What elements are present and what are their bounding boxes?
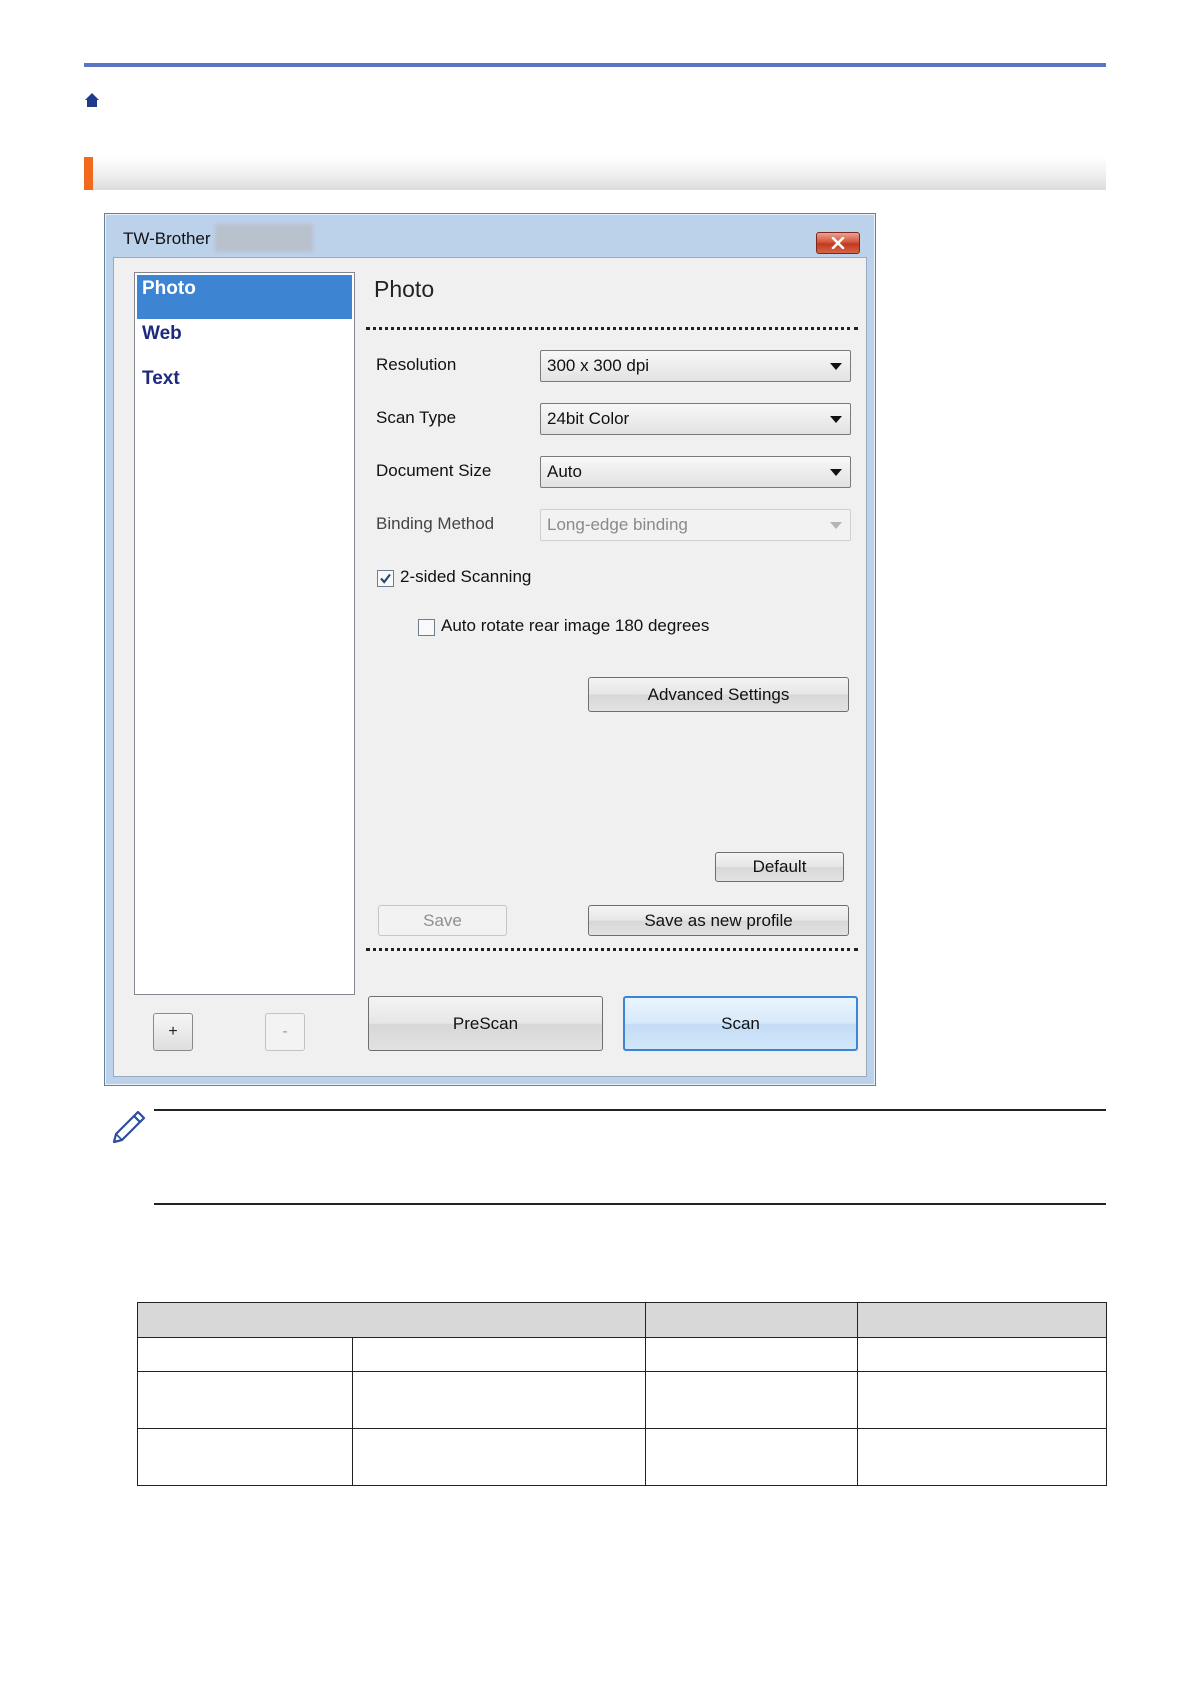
note-rule-top — [154, 1109, 1106, 1111]
table-cell — [644, 1428, 859, 1486]
table-cell — [351, 1337, 646, 1372]
chevron-down-icon — [830, 469, 842, 476]
section-heading-bar — [84, 157, 1106, 190]
default-button[interactable]: Default — [715, 852, 844, 882]
save-as-new-profile-button[interactable]: Save as new profile — [588, 905, 849, 936]
advanced-settings-button[interactable]: Advanced Settings — [588, 677, 849, 712]
divider-top — [366, 327, 858, 330]
table-header-cell — [137, 1302, 646, 1338]
section-accent — [84, 157, 93, 190]
table-cell — [137, 1428, 353, 1486]
table-cell — [137, 1371, 353, 1429]
table-cell — [857, 1371, 1107, 1429]
two-sided-checkbox[interactable] — [377, 570, 394, 587]
scan-type-value: 24bit Color — [547, 409, 630, 428]
chevron-down-icon — [830, 416, 842, 423]
profile-item-photo[interactable]: Photo — [137, 275, 352, 319]
home-icon[interactable] — [84, 92, 100, 108]
scan-type-select[interactable]: 24bit Color — [540, 403, 851, 435]
auto-rotate-label[interactable]: Auto rotate rear image 180 degrees — [441, 616, 709, 636]
document-size-value: Auto — [547, 462, 582, 481]
binding-method-value: Long-edge binding — [547, 515, 688, 534]
binding-method-label: Binding Method — [376, 514, 495, 533]
table-header-cell — [857, 1302, 1107, 1338]
table-cell — [857, 1337, 1107, 1372]
document-size-select[interactable]: Auto — [540, 456, 851, 488]
chevron-down-icon — [830, 363, 842, 370]
settings-table — [137, 1302, 1107, 1486]
chevron-down-icon — [830, 522, 842, 529]
table-cell — [857, 1428, 1107, 1486]
table-cell — [351, 1428, 646, 1486]
divider-bottom — [366, 948, 858, 951]
note-rule-bottom — [154, 1203, 1106, 1205]
table-cell — [351, 1371, 646, 1429]
table-cell — [137, 1337, 353, 1372]
table-cell — [644, 1371, 859, 1429]
panel-title: Photo — [374, 276, 435, 302]
table-row — [137, 1428, 1107, 1486]
table-row — [137, 1337, 1107, 1372]
document-size-label: Document Size — [376, 461, 492, 480]
save-button[interactable]: Save — [378, 905, 507, 936]
dialog-content: Photo Web Text + - Photo Resolution 300 … — [104, 213, 876, 1086]
scan-button[interactable]: Scan — [623, 996, 858, 1051]
pencil-icon — [112, 1110, 146, 1144]
table-row — [137, 1371, 1107, 1429]
table-header-cell — [644, 1302, 859, 1338]
prescan-button[interactable]: PreScan — [368, 996, 603, 1051]
resolution-select[interactable]: 300 x 300 dpi — [540, 350, 851, 382]
profile-item-text[interactable]: Text — [137, 365, 352, 409]
add-profile-button[interactable]: + — [153, 1013, 193, 1051]
scan-type-label: Scan Type — [376, 408, 457, 427]
auto-rotate-checkbox[interactable] — [418, 619, 435, 636]
profile-item-web[interactable]: Web — [137, 320, 352, 364]
resolution-value: 300 x 300 dpi — [547, 356, 650, 375]
two-sided-label[interactable]: 2-sided Scanning — [400, 567, 531, 587]
profile-list[interactable]: Photo Web Text — [134, 272, 355, 995]
table-cell — [644, 1337, 859, 1372]
top-rule — [84, 63, 1106, 67]
table-header-row — [137, 1302, 1107, 1338]
remove-profile-button[interactable]: - — [265, 1013, 305, 1051]
check-icon — [380, 573, 391, 584]
resolution-label: Resolution — [376, 355, 457, 374]
binding-method-select[interactable]: Long-edge binding — [540, 509, 851, 541]
